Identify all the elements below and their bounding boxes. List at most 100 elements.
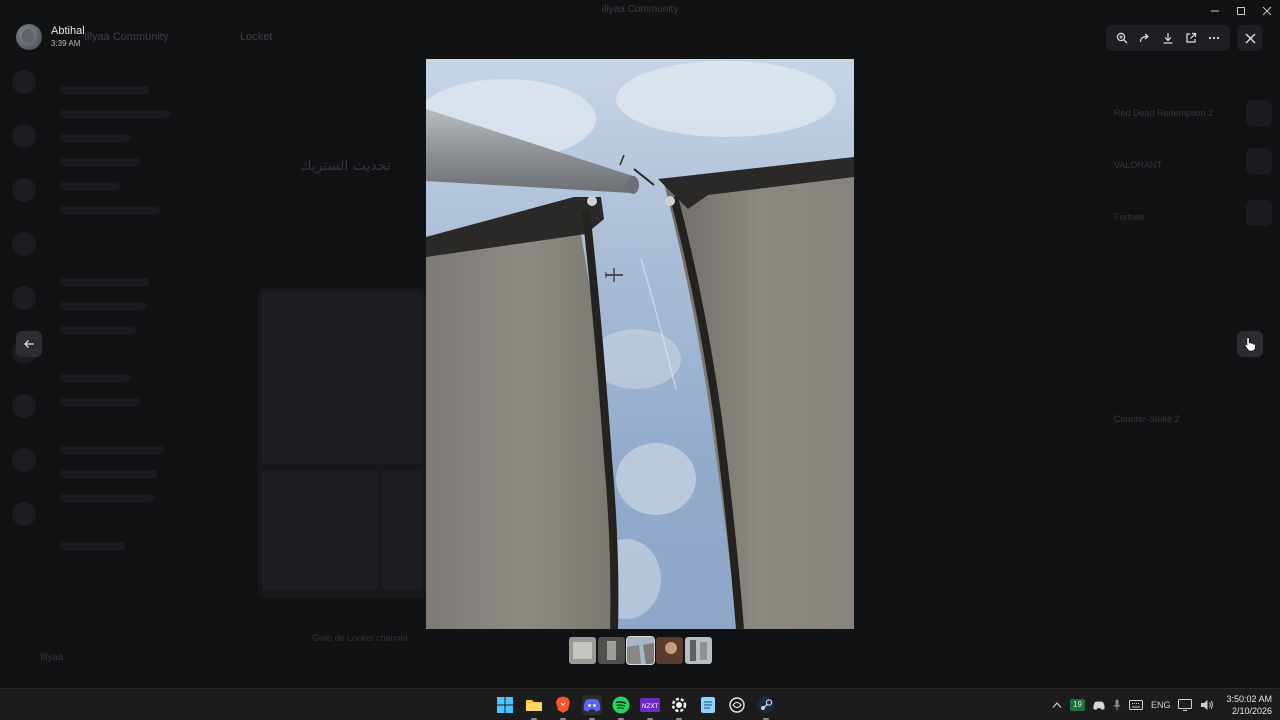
channel-row — [60, 134, 130, 142]
server-icon — [12, 502, 36, 526]
maximize-button[interactable] — [1228, 0, 1254, 22]
open-external-icon — [1186, 32, 1197, 43]
taskbar-chatgpt[interactable] — [727, 695, 747, 715]
tray-overflow-button[interactable] — [1052, 697, 1062, 713]
discord-icon — [583, 699, 601, 712]
thumbnail[interactable] — [685, 637, 712, 664]
activity-item: Red Dead Redemption 2 — [1114, 108, 1214, 118]
channel-row — [60, 182, 120, 190]
channel-row — [60, 470, 158, 478]
minimize-button[interactable] — [1202, 0, 1228, 22]
server-icon — [12, 70, 36, 94]
previous-image-button[interactable] — [16, 331, 42, 357]
start-button[interactable] — [495, 695, 515, 715]
media-image — [426, 59, 854, 629]
thumbnail-image — [569, 637, 596, 664]
download-icon — [1163, 33, 1173, 44]
chatgpt-icon — [729, 697, 745, 713]
activity-item: Counter-Strike 2 — [1114, 414, 1180, 424]
thumbnail-image — [656, 637, 683, 664]
svg-text:NZXT: NZXT — [642, 703, 659, 710]
zoom-icon — [1116, 32, 1128, 44]
open-external-button[interactable] — [1181, 28, 1201, 48]
folder-icon — [526, 700, 542, 711]
server-icon — [12, 448, 36, 472]
activity-panel: Red Dead Redemption 2 VALORANT Fortnite … — [1108, 60, 1280, 688]
arrow-left-icon — [24, 340, 34, 348]
close-viewer-button[interactable] — [1237, 25, 1263, 51]
channel-row — [60, 302, 146, 310]
tray-language[interactable]: ENG — [1151, 697, 1171, 713]
thumbnail[interactable] — [569, 637, 596, 664]
download-button[interactable] — [1158, 28, 1178, 48]
nzxt-icon: NZXT — [640, 698, 660, 712]
notepad-icon — [701, 697, 715, 713]
channel-name: Locket — [240, 31, 273, 43]
channel-row — [60, 278, 150, 286]
tray-app-badge[interactable]: 19 — [1070, 697, 1085, 713]
taskbar-brave[interactable] — [553, 695, 573, 720]
hand-cursor-icon — [1244, 337, 1256, 352]
thumbnail[interactable] — [598, 637, 625, 664]
post-timestamp: 3:39 AM — [51, 39, 81, 48]
thumbnail-active[interactable] — [626, 636, 655, 665]
taskbar-notepad[interactable] — [698, 695, 718, 715]
tray-network[interactable] — [1178, 697, 1193, 713]
channel-row — [60, 542, 126, 550]
maximize-icon — [1237, 7, 1245, 15]
server-rail — [0, 60, 48, 688]
clock-date: 2/10/2026 — [1231, 706, 1272, 716]
gear-icon — [671, 697, 687, 713]
avatar[interactable] — [16, 24, 42, 50]
channel-row — [60, 158, 140, 166]
game-icon — [1246, 148, 1272, 174]
forward-button[interactable] — [1135, 28, 1155, 48]
thumbnail-image — [685, 637, 712, 664]
server-icon — [12, 394, 36, 418]
tray-volume[interactable] — [1200, 697, 1214, 713]
message-media — [258, 288, 426, 598]
channel-row — [60, 446, 164, 454]
steam-icon — [757, 696, 775, 714]
taskbar-steam[interactable] — [756, 695, 776, 720]
channel-row — [60, 494, 154, 502]
sky-with-shade-sails-photo — [426, 59, 854, 629]
taskbar-nzxt[interactable]: NZXT — [640, 695, 660, 720]
more-button[interactable] — [1204, 28, 1224, 48]
server-icon — [12, 178, 36, 202]
thumbnail[interactable] — [656, 637, 683, 664]
more-icon — [1209, 36, 1220, 40]
media-tile — [382, 470, 422, 590]
thumbnail-image — [627, 637, 654, 664]
server-icon — [12, 124, 36, 148]
keyboard-icon — [1128, 700, 1143, 710]
server-name: Illyaa Community — [84, 31, 169, 43]
composer-placeholder: Grab de Locket channel — [312, 633, 408, 643]
microphone-icon — [1113, 699, 1121, 711]
tray-keyboard[interactable] — [1128, 697, 1143, 713]
media-author: Abtihal 3:39 AM — [16, 24, 85, 50]
brave-lion-icon — [556, 696, 570, 713]
tray-discord[interactable] — [1093, 697, 1105, 713]
channel-row — [60, 86, 150, 94]
next-image-button[interactable] — [1237, 331, 1263, 357]
taskbar-spotify[interactable] — [611, 695, 631, 720]
tray-microphone[interactable] — [1113, 697, 1121, 713]
server-icon — [12, 232, 36, 256]
taskbar-file-explorer[interactable] — [524, 695, 544, 720]
media-tile — [262, 292, 422, 464]
chevron-up-icon — [1052, 702, 1062, 708]
taskbar-steelseries[interactable] — [669, 695, 689, 720]
channel-row — [60, 326, 136, 334]
close-icon — [1262, 6, 1272, 16]
system-clock[interactable]: 3:50:02 AM 2/10/2026 — [1226, 693, 1272, 717]
discord-icon — [1093, 701, 1105, 710]
author-name[interactable]: Abtihal — [51, 25, 85, 38]
taskbar-discord[interactable] — [582, 695, 602, 720]
close-window-button[interactable] — [1254, 0, 1280, 22]
channel-row — [60, 110, 170, 118]
window-controls — [1202, 0, 1280, 22]
tray-badge-count: 19 — [1070, 699, 1085, 711]
media-tile — [262, 470, 378, 590]
zoom-button[interactable] — [1112, 28, 1132, 48]
